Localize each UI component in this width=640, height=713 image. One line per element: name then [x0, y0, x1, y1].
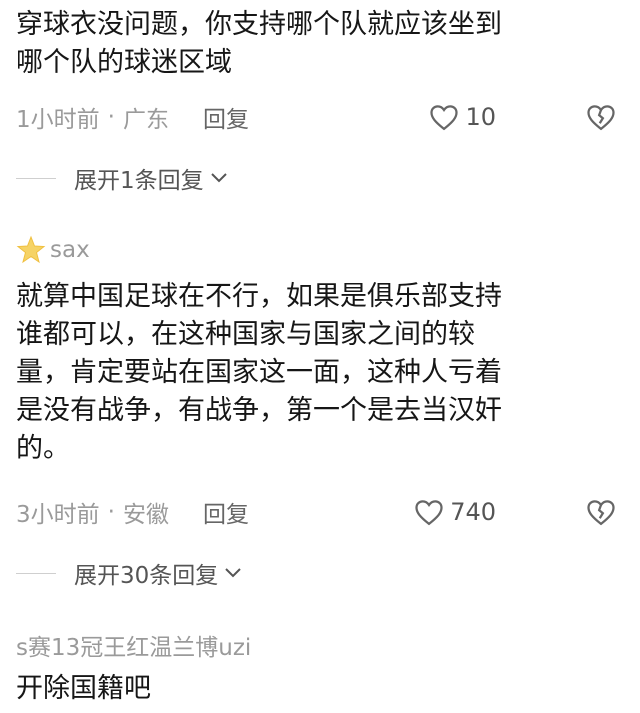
heart-outline-icon	[430, 105, 459, 131]
comment-2-dislike-button[interactable]	[586, 492, 616, 532]
comment-2-line-5: 的。	[16, 433, 70, 464]
comment-1-text: 穿球衣没问题，你支持哪个队就应该坐到 哪个队的球迷区域	[16, 6, 616, 82]
comment-2-expand-replies[interactable]: 展开30条回复	[16, 553, 242, 593]
comment-2-expand-label: 展开30条回复	[74, 563, 219, 589]
comment-1-expand-label: 展开1条回复	[74, 168, 204, 194]
comment-2-line-2: 谁都可以，在这种国家与国家之间的较	[16, 319, 475, 350]
chevron-down-icon	[225, 568, 241, 578]
comment-2-text: 就算中国足球在不行，如果是俱乐部支持 谁都可以，在这种国家与国家之间的较 量，肯…	[16, 278, 616, 468]
comment-1-line-2: 哪个队的球迷区域	[16, 47, 232, 78]
comment-2-location: 安徽	[122, 502, 169, 528]
comment-3-user[interactable]: s赛13冠王红温兰博uzi	[16, 627, 251, 663]
comment-2-user[interactable]: sax	[16, 232, 90, 268]
comment-1-location: 广东	[122, 107, 169, 133]
comment-2-line-4: 是没有战争，有战争，第一个是去当汉奸	[16, 395, 502, 426]
star-avatar-icon	[16, 235, 46, 264]
chevron-down-icon	[210, 173, 227, 183]
comment-2-time: 3小时前	[16, 502, 100, 528]
broken-heart-icon	[587, 105, 615, 131]
comment-3-username: s赛13冠王红温兰博uzi	[16, 635, 252, 661]
divider-line	[16, 572, 56, 574]
comment-1-time: 1小时前	[16, 107, 100, 133]
meta-separator: ·	[107, 104, 115, 130]
comment-2-username: sax	[50, 237, 90, 263]
meta-separator: ·	[107, 499, 115, 525]
heart-outline-icon	[415, 500, 443, 526]
comment-2-reply-button[interactable]: 回复	[203, 495, 249, 529]
comment-2-meta: 3小时前 · 安徽 回复 740	[16, 492, 616, 532]
comment-1-like-button[interactable]: 10	[429, 97, 496, 137]
comment-3-line-1: 开除国籍吧	[16, 673, 151, 704]
comment-1-line-1: 穿球衣没问题，你支持哪个队就应该坐到	[16, 9, 502, 40]
comment-3-text: 开除国籍吧	[16, 670, 616, 708]
comment-1-dislike-button[interactable]	[586, 97, 616, 137]
comment-1-expand-replies[interactable]: 展开1条回复	[16, 158, 228, 198]
broken-heart-icon	[587, 500, 615, 526]
comment-2-like-count: 740	[450, 498, 496, 526]
comment-2-line-3: 量，肯定要站在国家这一面，这种人亏着	[16, 357, 502, 388]
comment-1-reply-button[interactable]: 回复	[203, 100, 249, 134]
comment-2-line-1: 就算中国足球在不行，如果是俱乐部支持	[16, 281, 502, 312]
comment-2-like-button[interactable]: 740	[414, 492, 496, 532]
divider-line	[16, 177, 56, 179]
comment-1-meta: 1小时前 · 广东 回复 10	[16, 97, 616, 137]
comment-1-like-count: 10	[465, 103, 496, 131]
